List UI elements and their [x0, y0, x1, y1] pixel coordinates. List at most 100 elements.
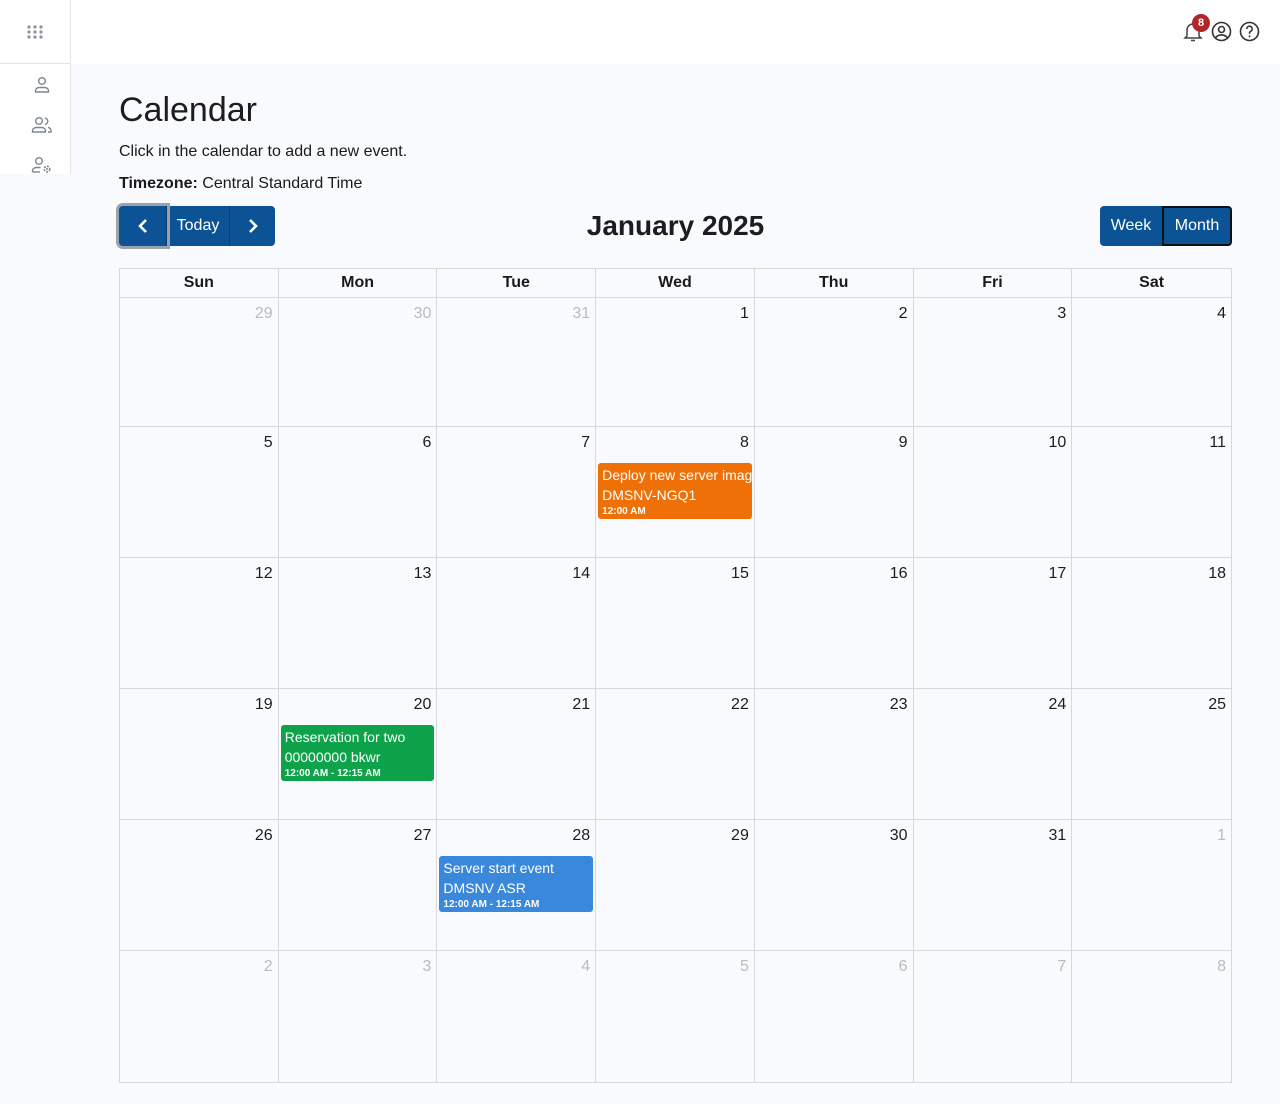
day-number[interactable]: 9 [899, 434, 908, 452]
day-number[interactable]: 12 [255, 565, 273, 583]
day-number[interactable]: 31 [1048, 827, 1066, 845]
day-number[interactable]: 4 [1217, 305, 1226, 323]
day-number[interactable]: 11 [1209, 434, 1226, 452]
day-cell[interactable]: 19 [120, 689, 279, 820]
day-cell[interactable]: 3 [279, 951, 438, 1082]
day-number[interactable]: 13 [414, 565, 432, 583]
day-cell[interactable]: 20 Reservation for two 00000000 bkwr 12:00 … [278, 689, 438, 820]
day-cell[interactable]: 7 [914, 951, 1073, 1082]
day-number[interactable]: 19 [255, 696, 273, 714]
day-number[interactable]: 31 [572, 305, 590, 323]
day-number[interactable]: 23 [890, 696, 908, 714]
day-cell[interactable]: 1 [1072, 820, 1231, 951]
day-number[interactable]: 3 [1057, 305, 1066, 323]
day-number[interactable]: 2 [264, 958, 273, 976]
day-cell[interactable]: 5 [120, 427, 279, 558]
sidebar-item-user[interactable] [30, 74, 54, 96]
day-number[interactable]: 21 [572, 696, 590, 714]
day-cell[interactable]: 31 [437, 298, 597, 427]
app-launcher-button[interactable] [0, 0, 70, 64]
day-cell[interactable]: 25 [1072, 689, 1231, 820]
day-number[interactable]: 1 [1217, 827, 1226, 845]
day-number[interactable]: 5 [740, 958, 749, 976]
day-cell[interactable]: 12 [120, 558, 279, 689]
day-number[interactable]: 29 [731, 827, 749, 845]
day-cell[interactable]: 26 [120, 820, 279, 951]
day-cell[interactable]: 8 Deploy new server image DMSNV-NGQ1 12:00 … [596, 427, 755, 558]
day-number[interactable]: 3 [423, 958, 432, 976]
day-cell[interactable]: 28 Server start event DMSNV ASR 12:00 AM - … [437, 820, 597, 951]
calendar-event[interactable]: Server start event DMSNV ASR 12:00 AM - 12… [439, 856, 594, 912]
day-number[interactable]: 25 [1208, 696, 1226, 714]
day-cell[interactable]: 10 [913, 427, 1073, 558]
notifications-button[interactable]: 8 [1182, 14, 1210, 44]
calendar-event[interactable]: Deploy new server image DMSNV-NGQ1 12:00 A… [598, 463, 752, 519]
day-number[interactable]: 18 [1208, 565, 1226, 583]
day-number[interactable]: 17 [1048, 565, 1066, 583]
sidebar-item-user-settings[interactable] [30, 154, 54, 176]
day-cell[interactable]: 22 [596, 689, 755, 820]
day-number[interactable]: 29 [255, 305, 273, 323]
day-number[interactable]: 28 [572, 827, 590, 845]
day-number[interactable]: 8 [1217, 958, 1226, 976]
day-number[interactable]: 14 [572, 565, 590, 583]
day-number[interactable]: 6 [423, 434, 432, 452]
help-button[interactable] [1238, 18, 1260, 44]
day-cell[interactable]: 16 [754, 558, 914, 689]
day-cell[interactable]: 6 [278, 427, 438, 558]
prev-month-button[interactable] [119, 206, 167, 246]
day-cell[interactable]: 30 [278, 298, 438, 427]
calendar-event[interactable]: Reservation for two 00000000 bkwr 12:00 AM… [280, 725, 435, 781]
day-number[interactable]: 30 [890, 827, 908, 845]
day-cell[interactable]: 21 [437, 689, 597, 820]
day-cell[interactable]: 7 [437, 427, 597, 558]
day-cell[interactable]: 29 [596, 820, 755, 951]
day-number[interactable]: 5 [264, 434, 273, 452]
day-cell[interactable]: 13 [278, 558, 438, 689]
day-cell[interactable]: 4 [1072, 298, 1231, 427]
day-cell[interactable]: 6 [755, 951, 914, 1082]
day-number[interactable]: 2 [899, 305, 908, 323]
day-cell[interactable]: 9 [754, 427, 914, 558]
account-button[interactable] [1210, 18, 1232, 44]
day-cell[interactable]: 11 [1072, 427, 1231, 558]
day-number[interactable]: 8 [740, 434, 749, 452]
calendar-grid: 29 30 31 1 2 3 4 5 6 7 8 Deploy new server image DMS… [120, 298, 1231, 1082]
event-time: 12:00 AM - 12:15 AM [443, 899, 540, 910]
day-cell[interactable]: 1 [596, 298, 755, 427]
month-view-button[interactable]: Month [1162, 206, 1232, 246]
day-cell[interactable]: 23 [754, 689, 914, 820]
day-cell[interactable]: 2 [754, 298, 914, 427]
day-cell[interactable]: 8 [1072, 951, 1231, 1082]
sidebar-item-users[interactable] [30, 114, 54, 136]
day-number[interactable]: 6 [899, 958, 908, 976]
day-number[interactable]: 30 [414, 305, 432, 323]
day-number[interactable]: 16 [890, 565, 908, 583]
day-number[interactable]: 7 [581, 434, 590, 452]
day-cell[interactable]: 5 [596, 951, 755, 1082]
day-cell[interactable]: 18 [1072, 558, 1231, 689]
day-number[interactable]: 26 [255, 827, 273, 845]
day-number[interactable]: 20 [414, 696, 432, 714]
day-cell[interactable]: 2 [120, 951, 279, 1082]
day-number[interactable]: 1 [740, 305, 749, 323]
day-cell[interactable]: 24 [913, 689, 1073, 820]
day-number[interactable]: 10 [1048, 434, 1066, 452]
day-number[interactable]: 27 [414, 827, 432, 845]
day-cell[interactable]: 27 [278, 820, 438, 951]
day-cell[interactable]: 31 [913, 820, 1073, 951]
day-cell[interactable]: 17 [913, 558, 1073, 689]
day-number[interactable]: 22 [731, 696, 749, 714]
day-cell[interactable]: 15 [596, 558, 755, 689]
month-title: January 2025 [586, 210, 765, 241]
day-cell[interactable]: 4 [437, 951, 597, 1082]
day-cell[interactable]: 14 [437, 558, 597, 689]
day-number[interactable]: 24 [1048, 696, 1066, 714]
day-number[interactable]: 15 [731, 565, 749, 583]
day-number[interactable]: 4 [581, 958, 590, 976]
day-cell[interactable]: 29 [120, 298, 279, 427]
day-cell[interactable]: 3 [913, 298, 1073, 427]
week-view-button[interactable]: Week [1100, 206, 1162, 246]
day-number[interactable]: 7 [1057, 958, 1066, 976]
day-cell[interactable]: 30 [754, 820, 914, 951]
